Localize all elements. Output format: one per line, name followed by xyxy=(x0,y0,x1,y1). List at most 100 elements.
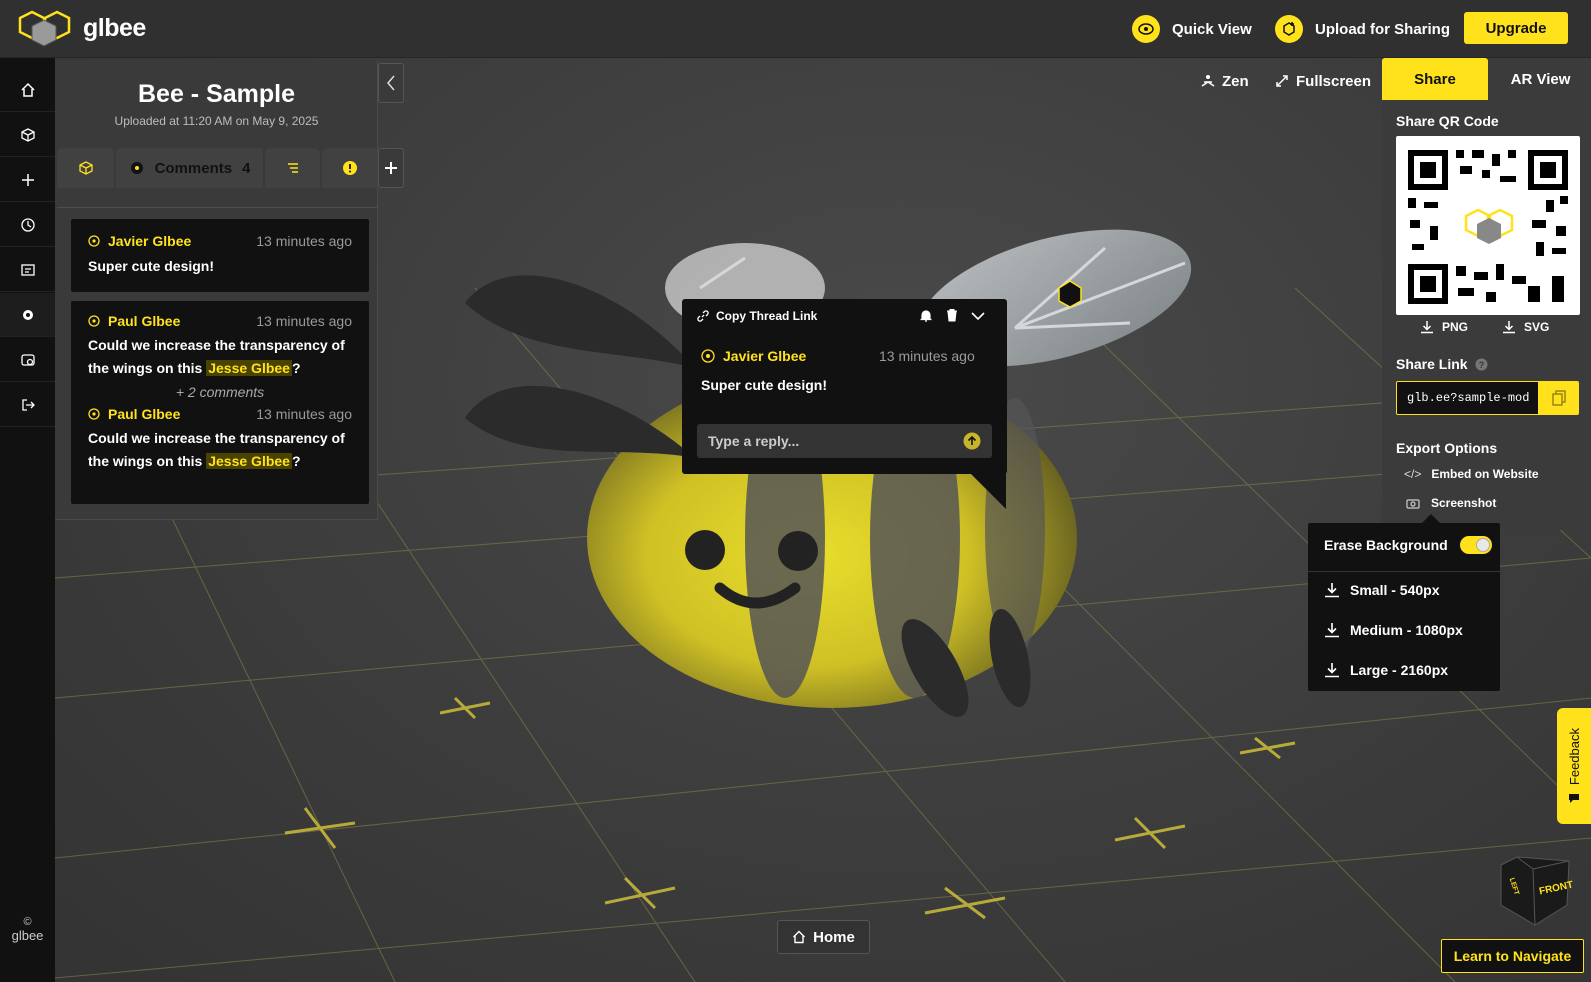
embed-label: Embed on Website xyxy=(1431,467,1539,481)
copy-link-button[interactable] xyxy=(1539,381,1579,415)
thread-author[interactable]: Javier Glbee xyxy=(723,348,806,364)
share-link-value: glb.ee?sample-mod xyxy=(1407,391,1530,405)
user-icon xyxy=(88,408,100,420)
plus-icon xyxy=(385,162,397,174)
home-view-button[interactable]: Home xyxy=(777,920,870,954)
erase-background-toggle[interactable] xyxy=(1460,536,1492,554)
comment-thread-card[interactable]: Paul Glbee 13 minutes ago Could we incre… xyxy=(71,301,369,504)
feedback-label: Feedback xyxy=(1566,728,1582,786)
qr-title: Share QR Code xyxy=(1396,113,1499,129)
copyright-icon: © xyxy=(23,916,32,928)
download-png-button[interactable]: PNG xyxy=(1420,320,1468,334)
quick-view-button[interactable]: Quick View xyxy=(1132,14,1252,44)
tab-ar-view[interactable]: AR View xyxy=(1490,58,1591,100)
more-comments-link[interactable]: + 2 comments xyxy=(88,384,352,400)
screenshot-option-label: Large - 2160px xyxy=(1350,662,1449,678)
comment-card[interactable]: Javier Glbee 13 minutes ago Super cute d… xyxy=(71,219,369,292)
sidebar-item-feedback-board[interactable] xyxy=(0,248,55,292)
sidebar-item-add[interactable] xyxy=(0,158,55,202)
mention-tag[interactable]: Jesse Glbee xyxy=(206,453,292,469)
comment-author[interactable]: Paul Glbee xyxy=(108,406,180,422)
tab-model[interactable] xyxy=(57,148,114,188)
tab-comments[interactable]: Comments 4 xyxy=(116,148,263,188)
sidebar-item-logout[interactable] xyxy=(0,383,55,427)
download-icon xyxy=(1325,663,1339,678)
collapse-panel-button[interactable] xyxy=(378,63,404,103)
upload-button[interactable]: Upload for Sharing xyxy=(1275,14,1450,44)
download-svg-button[interactable]: SVG xyxy=(1502,320,1549,334)
comment-author[interactable]: Paul Glbee xyxy=(108,313,180,329)
reply-placeholder: Type a reply... xyxy=(708,433,800,449)
comment-text: Could we increase the transparency of th… xyxy=(88,334,352,380)
erase-bg-pointer xyxy=(1422,514,1440,523)
navigation-cube[interactable]: FRONT LEFT xyxy=(1497,855,1574,927)
bell-icon[interactable] xyxy=(919,309,933,323)
sidebar-footer: © glbee xyxy=(0,916,55,943)
upgrade-button[interactable]: Upgrade xyxy=(1464,12,1568,44)
learn-to-navigate-button[interactable]: Learn to Navigate xyxy=(1441,939,1584,973)
screenshot-option-label: Small - 540px xyxy=(1350,582,1440,598)
comment-text-part: ? xyxy=(291,453,301,469)
screenshot-option[interactable]: Small - 540px xyxy=(1324,582,1440,598)
mention-tag[interactable]: Jesse Glbee xyxy=(206,360,292,376)
feedback-tab[interactable]: Feedback xyxy=(1557,708,1591,824)
menu-divider xyxy=(1308,571,1500,572)
logo-text: glbee xyxy=(83,13,146,42)
screenshot-option[interactable]: Large - 2160px xyxy=(1324,662,1448,678)
zen-button[interactable]: Zen xyxy=(1201,70,1249,92)
home-icon xyxy=(793,930,806,944)
page-title: Bee - Sample xyxy=(137,80,295,108)
svg-text:?: ? xyxy=(1478,360,1484,370)
comment-author[interactable]: Javier Glbee xyxy=(108,233,191,249)
screenshot-label: Screenshot xyxy=(1431,496,1497,510)
tab-share[interactable]: Share xyxy=(1382,58,1488,100)
fullscreen-button[interactable]: Fullscreen xyxy=(1275,70,1371,92)
embed-button[interactable]: </> Embed on Website xyxy=(1404,467,1539,481)
export-title: Export Options xyxy=(1396,440,1498,456)
screenshot-button[interactable]: Screenshot xyxy=(1406,496,1496,510)
plus-icon xyxy=(21,173,34,186)
sidebar-item-history[interactable] xyxy=(0,203,55,247)
trash-icon[interactable] xyxy=(945,308,959,322)
tab-info[interactable] xyxy=(322,148,378,188)
qr-code[interactable] xyxy=(1396,136,1580,315)
logo[interactable]: glbee xyxy=(16,8,146,48)
share-link-field[interactable]: glb.ee?sample-mod xyxy=(1396,381,1539,415)
download-icon xyxy=(1325,623,1339,638)
left-sidebar: © glbee xyxy=(0,58,55,982)
home-view-label: Home xyxy=(813,928,855,946)
feedback-board-icon xyxy=(20,263,35,276)
sidebar-item-home[interactable] xyxy=(0,68,55,112)
zen-label: Zen xyxy=(1222,72,1249,90)
thread-text: Super cute design! xyxy=(701,377,828,393)
download-icon xyxy=(1325,583,1339,598)
copy-thread-link-button[interactable]: Copy Thread Link xyxy=(716,309,817,323)
share-link-title: Share Link xyxy=(1396,356,1468,372)
erase-background-label: Erase Background xyxy=(1324,537,1448,553)
download-icon xyxy=(1503,321,1515,334)
cube-icon xyxy=(20,127,35,142)
chevron-left-icon xyxy=(387,75,395,91)
camera-icon xyxy=(1406,499,1420,509)
reply-input[interactable]: Type a reply... xyxy=(697,424,992,458)
tab-layers[interactable] xyxy=(265,148,320,188)
erase-background-row[interactable]: Erase Background xyxy=(1324,536,1492,554)
add-tab-button[interactable] xyxy=(378,148,404,188)
expand-icon xyxy=(1276,75,1288,87)
help-icon[interactable]: ? xyxy=(1475,358,1488,371)
quick-view-label: Quick View xyxy=(1172,20,1252,38)
send-icon[interactable] xyxy=(963,432,981,450)
upload-cube-icon xyxy=(1275,15,1303,43)
sidebar-item-settings[interactable] xyxy=(0,293,55,337)
chevron-down-icon[interactable] xyxy=(970,309,986,323)
comment-text-part: ? xyxy=(291,360,301,376)
sidebar-item-preview[interactable] xyxy=(0,338,55,382)
comment-time: 13 minutes ago xyxy=(256,406,352,422)
info-icon xyxy=(343,161,357,175)
gear-icon xyxy=(22,309,33,320)
history-icon xyxy=(20,217,35,232)
screenshot-option[interactable]: Medium - 1080px xyxy=(1324,622,1463,638)
comment-text: Super cute design! xyxy=(88,258,215,274)
footer-label: glbee xyxy=(11,928,44,943)
sidebar-item-models[interactable] xyxy=(0,113,55,157)
